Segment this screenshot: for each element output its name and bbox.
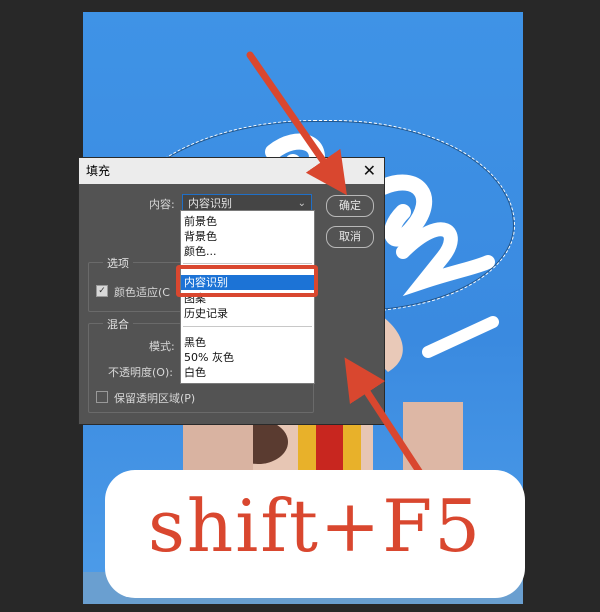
- shortcut-text: shift+F5: [147, 484, 483, 568]
- arrow-to-ok-icon: [246, 51, 347, 196]
- shortcut-banner: shift+F5: [105, 470, 525, 598]
